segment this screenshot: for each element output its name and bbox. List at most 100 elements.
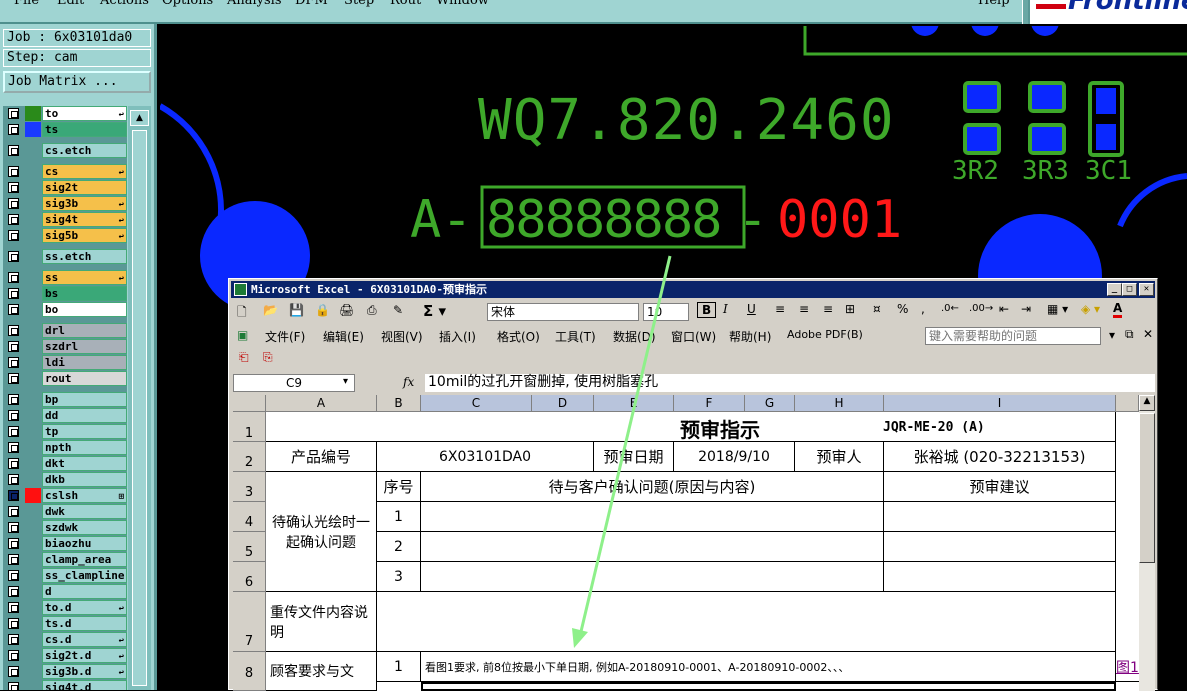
layer-color-swatch[interactable]: [25, 456, 41, 471]
layer-row[interactable]: sig3b.d ↩: [5, 664, 127, 679]
pdf-email-icon[interactable]: ⎘: [263, 350, 273, 365]
col-header-b[interactable]: B: [377, 395, 421, 412]
row-header-7[interactable]: 7: [233, 592, 266, 652]
layer-color-swatch[interactable]: [25, 536, 41, 551]
seq-3[interactable]: 3: [377, 562, 421, 592]
borders-icon[interactable]: ▦ ▾: [1047, 302, 1068, 316]
layer-checkbox[interactable]: [8, 394, 19, 405]
row-header-8[interactable]: 8: [233, 652, 266, 691]
percent-icon[interactable]: %: [897, 302, 908, 316]
seq-header[interactable]: 序号: [377, 472, 421, 502]
col-header-h[interactable]: H: [795, 395, 884, 412]
layer-checkbox[interactable]: [8, 650, 19, 661]
layer-color-swatch[interactable]: [25, 339, 41, 354]
fill-color-icon[interactable]: ◈ ▾: [1081, 302, 1100, 316]
layer-row[interactable]: bo: [5, 302, 127, 317]
customer-label[interactable]: 顾客要求与文: [266, 652, 377, 691]
layer-checkbox[interactable]: [8, 522, 19, 533]
layer-row[interactable]: dkt: [5, 456, 127, 471]
align-right-icon[interactable]: ≡: [823, 302, 833, 316]
menu-window[interactable]: Window: [436, 0, 489, 8]
layer-row[interactable]: sig5b ↩: [5, 228, 127, 243]
layer-name[interactable]: ldi: [42, 355, 127, 370]
layer-color-swatch[interactable]: [25, 648, 41, 663]
save-icon[interactable]: 💾: [289, 303, 304, 317]
excel-menu-view[interactable]: 视图(V): [381, 328, 423, 345]
layer-checkbox[interactable]: [8, 538, 19, 549]
issue-header[interactable]: 待与客户确认问题(原因与内容): [421, 472, 884, 502]
open-icon[interactable]: 📂: [263, 303, 278, 317]
layer-checkbox[interactable]: [8, 304, 19, 315]
layer-name[interactable]: ss_clampline: [42, 568, 127, 583]
layer-name[interactable]: dkb: [42, 472, 127, 487]
layer-color-swatch[interactable]: [25, 680, 41, 690]
excel-titlebar[interactable]: Microsoft Excel - 6X03101DA0-预审指示 _ □ ✕: [231, 281, 1155, 298]
advice-cell-3[interactable]: [884, 562, 1116, 592]
layer-checkbox[interactable]: [8, 682, 19, 690]
reviewer-value[interactable]: 张裕城 (020-32213153): [884, 442, 1116, 472]
reviewer-label[interactable]: 预审人: [795, 442, 884, 472]
layer-color-swatch[interactable]: [25, 249, 41, 264]
layer-name[interactable]: ss ↩: [42, 270, 127, 285]
help-dropdown-icon[interactable]: ▾: [1109, 328, 1115, 342]
name-box-dropdown-icon[interactable]: ▾: [343, 376, 348, 387]
font-name-select[interactable]: 宋体: [487, 303, 639, 321]
advice-cell-2[interactable]: [884, 532, 1116, 562]
layer-checkbox[interactable]: [8, 410, 19, 421]
minimize-icon[interactable]: _: [1107, 283, 1122, 296]
layer-row[interactable]: cslsh ⊞: [5, 488, 127, 503]
layer-color-swatch[interactable]: [25, 616, 41, 631]
increase-indent-icon[interactable]: ⇥: [1021, 302, 1031, 316]
scroll-up-icon[interactable]: ▲: [130, 110, 149, 126]
layer-color-swatch[interactable]: [25, 106, 41, 121]
menu-dfm[interactable]: DFM: [295, 0, 328, 8]
layer-row[interactable]: bp: [5, 392, 127, 407]
layer-color-swatch[interactable]: [25, 424, 41, 439]
layer-checkbox[interactable]: [8, 251, 19, 262]
layer-name[interactable]: to ↩: [42, 106, 127, 121]
excel-menu-file[interactable]: 文件(F): [265, 328, 305, 345]
layer-color-swatch[interactable]: [25, 664, 41, 679]
seq-1[interactable]: 1: [377, 502, 421, 532]
layer-color-swatch[interactable]: [25, 286, 41, 301]
layer-name[interactable]: drl: [42, 323, 127, 338]
function-icon[interactable]: fx: [403, 375, 414, 389]
layer-color-swatch[interactable]: [25, 228, 41, 243]
print-icon[interactable]: ⎙: [367, 303, 377, 318]
menu-actions[interactable]: Actions: [100, 0, 149, 8]
layer-name[interactable]: sig5b ↩: [42, 228, 127, 243]
job-matrix-button[interactable]: Job Matrix ...: [3, 71, 151, 93]
layer-checkbox[interactable]: [8, 272, 19, 283]
layer-name[interactable]: rout: [42, 371, 127, 386]
layer-name[interactable]: sig2t.d ↩: [42, 648, 127, 663]
close-workbook-icon[interactable]: ✕: [1143, 327, 1153, 341]
product-value[interactable]: 6X03101DA0: [377, 442, 594, 472]
bold-icon[interactable]: B: [697, 302, 717, 318]
layer-color-swatch[interactable]: [25, 180, 41, 195]
layer-name[interactable]: sig4t ↩: [42, 212, 127, 227]
layer-color-swatch[interactable]: [25, 472, 41, 487]
layer-row[interactable]: sig3b ↩: [5, 196, 127, 211]
upload-cell[interactable]: [377, 592, 1116, 652]
permission-icon[interactable]: 🔒: [315, 303, 330, 317]
layer-name[interactable]: tp: [42, 424, 127, 439]
layer-name[interactable]: sig2t: [42, 180, 127, 195]
underline-icon[interactable]: U: [747, 302, 756, 316]
layer-row[interactable]: clamp_area: [5, 552, 127, 567]
layer-row[interactable]: szdrl: [5, 339, 127, 354]
layer-row[interactable]: sig4t ↩: [5, 212, 127, 227]
layer-checkbox[interactable]: [8, 373, 19, 384]
layer-color-swatch[interactable]: [25, 584, 41, 599]
align-left-icon[interactable]: ≡: [775, 302, 785, 316]
increase-decimal-icon[interactable]: .0←: [941, 303, 959, 314]
row-header-5[interactable]: 5: [233, 532, 266, 562]
workbook-icon[interactable]: ▣: [237, 328, 248, 342]
layer-checkbox[interactable]: [8, 554, 19, 565]
row8-text[interactable]: 看图1要求, 前8位按最小下单日期, 例如A-20180910-0001、A-2…: [421, 652, 1116, 682]
excel-menu-insert[interactable]: 插入(I): [439, 328, 476, 345]
layer-row[interactable]: cs ↩: [5, 164, 127, 179]
scroll-thumb[interactable]: [132, 130, 147, 686]
layer-row[interactable]: sig4t.d: [5, 680, 127, 690]
issue-cell-1[interactable]: [421, 502, 884, 532]
layer-color-swatch[interactable]: [25, 212, 41, 227]
